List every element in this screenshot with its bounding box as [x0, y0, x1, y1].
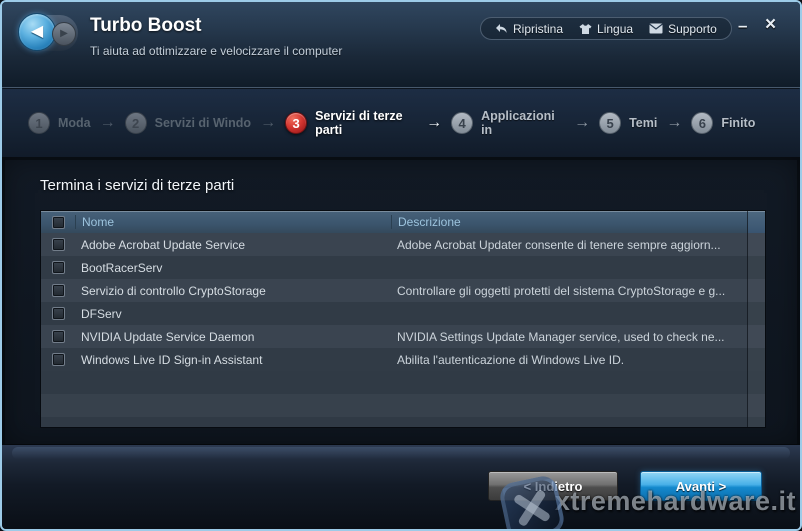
- wizard-steps: 1 Moda → 2 Servizi di Windo → 3 Servizi …: [2, 89, 800, 157]
- footer: < Indietro Avanti > xtremehardware.it: [2, 444, 800, 529]
- service-description: Adobe Acrobat Updater consente di tenere…: [391, 238, 765, 252]
- service-name: BootRacerServ: [75, 261, 391, 275]
- shirt-icon: [579, 23, 592, 35]
- step-number: 6: [691, 112, 713, 134]
- service-name: NVIDIA Update Service Daemon: [75, 330, 391, 344]
- table-row[interactable]: Servizio di controllo CryptoStorage Cont…: [41, 279, 765, 302]
- forward-arrow-icon: ▶: [60, 29, 68, 39]
- menu-item-label: Supporto: [668, 22, 717, 36]
- next-button[interactable]: Avanti >: [640, 471, 762, 501]
- step-label: Applicazioni in: [481, 109, 565, 138]
- scrollbar-header: [748, 211, 765, 233]
- wizard-step-finito: 6 Finito: [691, 112, 755, 134]
- content-area: Termina i servizi di terze parti Nome De…: [2, 157, 800, 448]
- row-checkbox[interactable]: [52, 261, 65, 274]
- wizard-step-temi: 5 Temi: [599, 112, 657, 134]
- step-number: 3: [285, 112, 307, 134]
- app-title: Turbo Boost: [90, 15, 342, 37]
- step-label: Finito: [721, 116, 755, 130]
- menu-item-label: Lingua: [597, 22, 633, 36]
- step-arrow-icon: →: [100, 115, 116, 131]
- column-header-descrizione[interactable]: Descrizione: [391, 215, 765, 229]
- back-nav-button[interactable]: ◀: [18, 13, 56, 51]
- table-row[interactable]: BootRacerServ: [41, 256, 765, 279]
- row-checkbox[interactable]: [52, 353, 65, 366]
- back-button[interactable]: < Indietro: [488, 471, 618, 501]
- step-label: Moda: [58, 116, 91, 130]
- app-window: ◀ ▶ Turbo Boost Ti aiuta ad ottimizzare …: [0, 0, 802, 531]
- select-all-checkbox[interactable]: [52, 216, 65, 229]
- row-checkbox[interactable]: [52, 284, 65, 297]
- undo-arrow-icon: [495, 23, 508, 35]
- step-arrow-icon: →: [574, 115, 590, 131]
- step-number: 4: [451, 112, 473, 134]
- service-description: Abilita l'autenticazione di Windows Live…: [391, 353, 765, 367]
- service-name: Servizio di controllo CryptoStorage: [75, 284, 391, 298]
- history-nav: ◀ ▶: [20, 15, 78, 51]
- service-name: Windows Live ID Sign-in Assistant: [75, 353, 391, 367]
- section-title: Termina i servizi di terze parti: [40, 177, 234, 194]
- empty-row: [41, 371, 765, 394]
- empty-row: [41, 394, 765, 417]
- scrollbar-track[interactable]: [747, 211, 765, 427]
- table-row[interactable]: Windows Live ID Sign-in Assistant Abilit…: [41, 348, 765, 371]
- service-name: Adobe Acrobat Update Service: [75, 238, 391, 252]
- service-name: DFServ: [75, 307, 391, 321]
- forward-nav-button[interactable]: ▶: [52, 22, 76, 46]
- menu-item-ripristina[interactable]: Ripristina: [495, 22, 563, 36]
- table-row[interactable]: Adobe Acrobat Update Service Adobe Acrob…: [41, 233, 765, 256]
- table-row[interactable]: NVIDIA Update Service Daemon NVIDIA Sett…: [41, 325, 765, 348]
- wizard-step-servizi-terze-parti: 3 Servizi di terze parti: [285, 109, 417, 138]
- minimize-button[interactable]: –: [738, 16, 747, 36]
- step-label: Temi: [629, 116, 657, 130]
- step-number: 2: [125, 112, 147, 134]
- row-checkbox[interactable]: [52, 307, 65, 320]
- wizard-step-servizi-windows: 2 Servizi di Windo: [125, 112, 251, 134]
- column-header-nome[interactable]: Nome: [75, 215, 391, 229]
- title-block: Turbo Boost Ti aiuta ad ottimizzare e ve…: [90, 15, 342, 58]
- step-arrow-icon: →: [666, 115, 682, 131]
- back-arrow-icon: ◀: [31, 24, 43, 40]
- step-number: 1: [28, 112, 50, 134]
- table-header: Nome Descrizione: [41, 211, 765, 233]
- wizard-step-applicazioni: 4 Applicazioni in: [451, 109, 565, 138]
- table-row[interactable]: DFServ: [41, 302, 765, 325]
- step-label: Servizi di terze parti: [315, 109, 417, 138]
- empty-row: [41, 417, 765, 428]
- step-arrow-icon: →: [260, 115, 276, 131]
- step-arrow-icon: →: [426, 115, 442, 131]
- row-checkbox[interactable]: [52, 330, 65, 343]
- wizard-step-moda: 1 Moda: [28, 112, 91, 134]
- titlebar-menu: Ripristina Lingua Supporto: [480, 17, 732, 40]
- app-subtitle: Ti aiuta ad ottimizzare e velocizzare il…: [90, 44, 342, 58]
- step-label: Servizi di Windo: [155, 116, 251, 130]
- envelope-icon: [649, 23, 663, 34]
- service-description: Controllare gli oggetti protetti del sis…: [391, 284, 765, 298]
- step-number: 5: [599, 112, 621, 134]
- row-checkbox[interactable]: [52, 238, 65, 251]
- services-table: Nome Descrizione Adobe Acrobat Update Se…: [40, 210, 766, 428]
- titlebar: ◀ ▶ Turbo Boost Ti aiuta ad ottimizzare …: [2, 2, 800, 88]
- menu-item-supporto[interactable]: Supporto: [649, 22, 717, 36]
- service-description: NVIDIA Settings Update Manager service, …: [391, 330, 765, 344]
- menu-item-lingua[interactable]: Lingua: [579, 22, 633, 36]
- close-button[interactable]: ×: [765, 14, 776, 36]
- menu-item-label: Ripristina: [513, 22, 563, 36]
